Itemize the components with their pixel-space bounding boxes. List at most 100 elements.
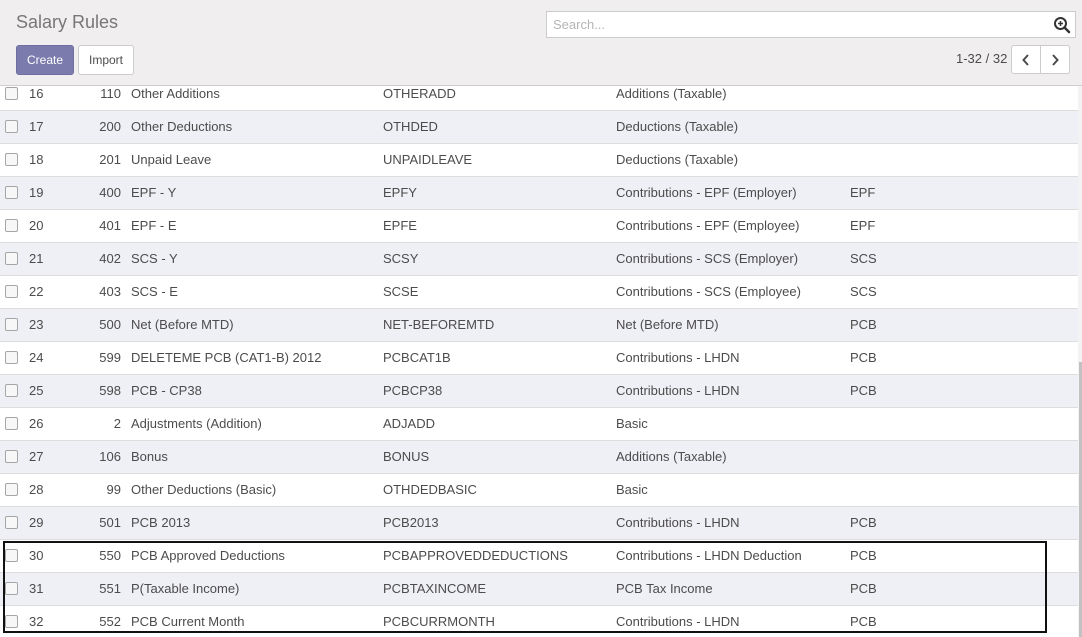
row-reference: PCBCAT1B — [383, 350, 451, 365]
table-row[interactable]: 27 106 Bonus BONUS Additions (Taxable) — [0, 440, 1078, 473]
table-row[interactable]: 28 99 Other Deductions (Basic) OTHDEDBASIC B… — [0, 473, 1078, 506]
row-reference: SCSE — [383, 284, 419, 299]
page-title: Salary Rules — [16, 12, 119, 32]
row-reference: ADJADD — [383, 416, 436, 431]
row-code: 551 — [99, 581, 121, 596]
row-code: 99 — [106, 482, 121, 497]
chevron-right-icon — [1052, 53, 1059, 66]
row-name: EPF - Y — [131, 185, 177, 200]
row-sequence: 27 — [29, 449, 44, 464]
table-row[interactable]: 32 552 PCB Current Month PCBCURRMONTH Contri… — [0, 605, 1078, 637]
row-sequence: 23 — [29, 317, 44, 332]
table-row[interactable]: 20 401 EPF - E EPFE Contributions - EPF (Emp… — [0, 209, 1078, 242]
row-name: P(Taxable Income) — [131, 581, 240, 596]
row-sequence: 25 — [29, 383, 44, 398]
row-reference: PCBAPPROVEDDEDUCTIONS — [383, 548, 568, 563]
row-category: Contributions - EPF (Employer) — [616, 185, 797, 200]
row-sequence: 22 — [29, 284, 44, 299]
table-row[interactable]: 19 400 EPF - Y EPFY Contributions - EPF (Emp… — [0, 176, 1078, 209]
row-group: EPF — [850, 185, 876, 200]
row-reference: BONUS — [383, 449, 430, 464]
row-group: EPF — [850, 218, 876, 233]
row-checkbox[interactable] — [5, 615, 18, 628]
row-sequence: 18 — [29, 152, 44, 167]
row-code: 400 — [99, 185, 121, 200]
row-sequence: 19 — [29, 185, 44, 200]
row-group: PCB — [850, 548, 877, 563]
row-checkbox[interactable] — [5, 252, 18, 265]
row-reference: PCBCURRMONTH — [383, 614, 495, 629]
row-checkbox[interactable] — [5, 582, 18, 595]
row-name: PCB 2013 — [131, 515, 191, 530]
control-panel: Salary Rules Create Import 1-32 / 32 — [0, 0, 1082, 86]
row-checkbox[interactable] — [5, 153, 18, 166]
row-checkbox[interactable] — [5, 516, 18, 529]
row-checkbox[interactable] — [5, 351, 18, 364]
row-category: Contributions - EPF (Employee) — [616, 218, 800, 233]
table-row[interactable]: 17 200 Other Deductions OTHDED Deductions (T… — [0, 110, 1078, 143]
row-checkbox[interactable] — [5, 186, 18, 199]
row-code: 403 — [99, 284, 121, 299]
row-checkbox[interactable] — [5, 483, 18, 496]
row-checkbox[interactable] — [5, 318, 18, 331]
row-category: Deductions (Taxable) — [616, 152, 739, 167]
row-reference: OTHDEDBASIC — [383, 482, 477, 497]
row-category: Contributions - LHDN — [616, 383, 740, 398]
table-row[interactable]: 30 550 PCB Approved Deductions PCBAPPROVEDD… — [0, 539, 1078, 572]
row-code: 599 — [99, 350, 121, 365]
row-name: Other Deductions (Basic) — [131, 482, 277, 497]
table-row[interactable]: 26 2 Adjustments (Addition) ADJADD Basic — [0, 407, 1078, 440]
search-input[interactable] — [547, 12, 1037, 37]
row-code: 550 — [99, 548, 121, 563]
row-code: 500 — [99, 317, 121, 332]
pager-previous-button[interactable] — [1011, 45, 1041, 74]
row-sequence: 21 — [29, 251, 44, 266]
row-category: Contributions - SCS (Employer) — [616, 251, 799, 266]
row-sequence: 30 — [29, 548, 44, 563]
row-checkbox[interactable] — [5, 549, 18, 562]
table-row[interactable]: 31 551 P(Taxable Income) PCBTAXINCOME PCB Ta… — [0, 572, 1078, 605]
row-checkbox[interactable] — [5, 285, 18, 298]
row-reference: UNPAIDLEAVE — [383, 152, 473, 167]
chevron-left-icon — [1022, 53, 1029, 66]
row-reference: OTHDED — [383, 119, 438, 134]
row-code: 106 — [99, 449, 121, 464]
row-category: Net (Before MTD) — [616, 317, 719, 332]
row-name: PCB Current Month — [131, 614, 245, 629]
row-checkbox[interactable] — [5, 87, 18, 100]
table-row[interactable]: 23 500 Net (Before MTD) NET-BEFOREMTD Net (B… — [0, 308, 1078, 341]
row-category: Contributions - LHDN — [616, 350, 740, 365]
row-group: PCB — [850, 515, 877, 530]
row-checkbox[interactable] — [5, 219, 18, 232]
import-button[interactable]: Import — [78, 45, 134, 75]
table-row[interactable]: 21 402 SCS - Y SCSY Contributions - SCS (Emp… — [0, 242, 1078, 275]
table-row[interactable]: 25 598 PCB - CP38 PCBCP38 Contributions - LH… — [0, 374, 1078, 407]
row-checkbox[interactable] — [5, 120, 18, 133]
pager-value[interactable]: 1-32 / 32 — [956, 51, 1007, 66]
table-row[interactable]: 29 501 PCB 2013 PCB2013 Contributions - LHDN… — [0, 506, 1078, 539]
table-row[interactable]: 24 599 DELETEME PCB (CAT1-B) 2012 PCBCAT1B C… — [0, 341, 1078, 374]
row-reference: SCSY — [383, 251, 419, 266]
search-icon[interactable] — [1053, 16, 1071, 34]
row-code: 402 — [99, 251, 121, 266]
pager-next-button[interactable] — [1040, 45, 1070, 74]
row-checkbox[interactable] — [5, 450, 18, 463]
row-name: Bonus — [131, 449, 168, 464]
row-code: 501 — [99, 515, 121, 530]
row-category: Basic — [616, 416, 648, 431]
row-checkbox[interactable] — [5, 384, 18, 397]
row-sequence: 24 — [29, 350, 44, 365]
row-category: Contributions - LHDN — [616, 614, 740, 629]
row-group: PCB — [850, 317, 877, 332]
row-reference: EPFE — [383, 218, 417, 233]
table-row[interactable]: 18 201 Unpaid Leave UNPAIDLEAVE Deductions (… — [0, 143, 1078, 176]
table-row[interactable]: 22 403 SCS - E SCSE Contributions - SCS (Emp… — [0, 275, 1078, 308]
create-button[interactable]: Create — [16, 45, 74, 75]
row-category: Contributions - LHDN — [616, 515, 740, 530]
row-name: PCB - CP38 — [131, 383, 202, 398]
row-name: EPF - E — [131, 218, 177, 233]
row-group: SCS — [850, 284, 877, 299]
row-code: 200 — [99, 119, 121, 134]
row-checkbox[interactable] — [5, 417, 18, 430]
row-sequence: 17 — [29, 119, 44, 134]
